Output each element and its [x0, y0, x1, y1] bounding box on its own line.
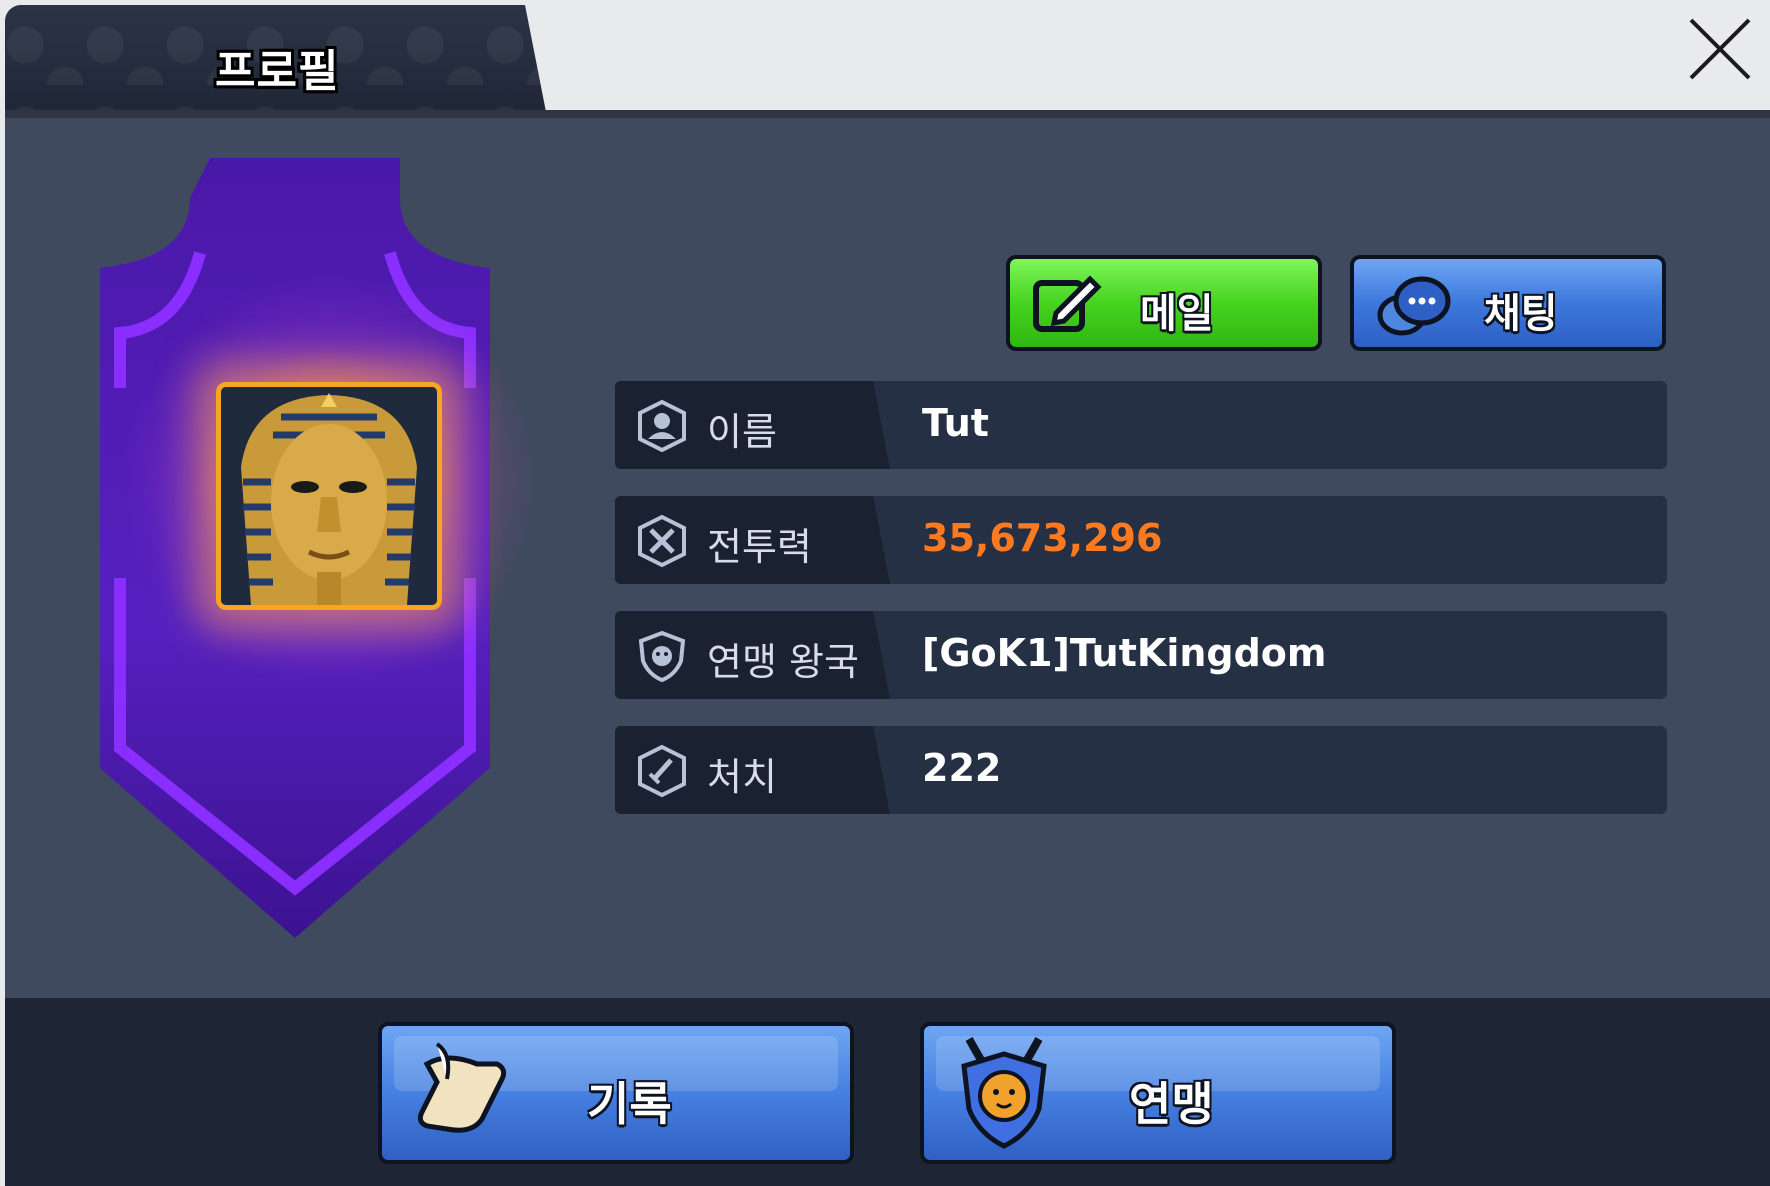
chat-button[interactable]: 채팅 — [1350, 255, 1666, 351]
alliance-kingdom-value: [GoK1]TutKingdom — [922, 631, 1327, 675]
info-row-kills: 처치 222 — [615, 726, 1667, 814]
power-icon — [635, 514, 689, 572]
row-label: 처치 — [707, 755, 777, 799]
lion-shield-icon — [949, 1034, 1059, 1158]
divider — [5, 110, 1770, 118]
record-label: 기록 — [587, 1077, 672, 1131]
info-row-name: 이름 Tut — [615, 381, 1667, 469]
info-row-alliance: 연맹 왕국 [GoK1]TutKingdom — [615, 611, 1667, 699]
edit-icon — [1030, 271, 1104, 341]
row-label: 연맹 왕국 — [707, 640, 859, 684]
scroll-icon — [407, 1034, 517, 1148]
power-value: 35,673,296 — [922, 516, 1163, 560]
row-label: 이름 — [707, 410, 777, 454]
kills-value: 222 — [922, 746, 1002, 790]
avatar[interactable] — [216, 382, 442, 610]
alliance-label: 연맹 — [1129, 1077, 1214, 1131]
close-icon[interactable] — [1683, 12, 1757, 86]
row-label: 전투력 — [707, 525, 812, 569]
alliance-button[interactable]: 연맹 — [920, 1022, 1396, 1164]
user-icon — [635, 399, 689, 457]
info-row-power: 전투력 35,673,296 — [615, 496, 1667, 584]
mail-button[interactable]: 메일 — [1006, 255, 1322, 351]
player-name-value: Tut — [922, 401, 989, 445]
profile-tab[interactable]: 프로필 — [5, 5, 547, 117]
alliance-shield-icon — [635, 629, 689, 687]
footer-bar — [5, 998, 1770, 1186]
pharaoh-portrait-icon — [221, 387, 437, 605]
chat-bubble-icon — [1374, 271, 1454, 345]
sword-icon — [635, 744, 689, 802]
mail-label: 메일 — [1140, 291, 1214, 337]
record-button[interactable]: 기록 — [378, 1022, 854, 1164]
tab-title: 프로필 — [215, 46, 340, 97]
chat-label: 채팅 — [1484, 291, 1558, 337]
